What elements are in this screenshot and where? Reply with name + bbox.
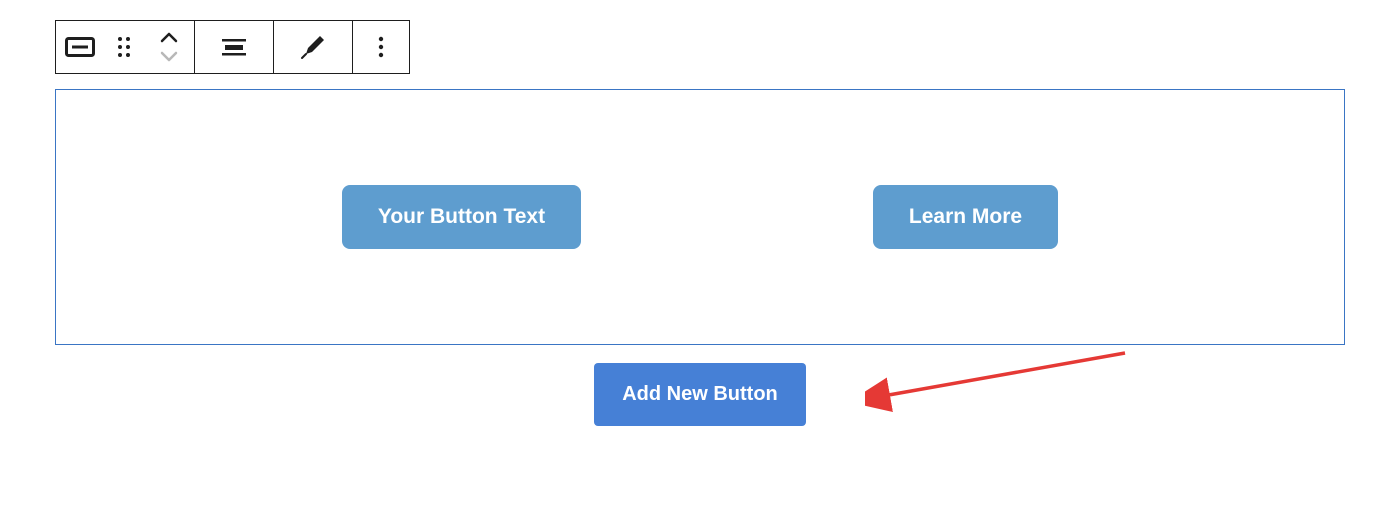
style-brush-icon	[300, 34, 326, 60]
toolbar-group-align	[195, 21, 274, 73]
add-new-button[interactable]: Add New Button	[594, 363, 806, 426]
drag-handle-button[interactable]	[104, 21, 144, 73]
content-button-1[interactable]: Your Button Text	[342, 185, 581, 249]
toolbar-group-style	[274, 21, 353, 73]
toolbar-group-block	[56, 21, 195, 73]
add-new-button-label: Add New Button	[622, 383, 778, 405]
button-block-icon	[65, 37, 95, 57]
align-center-icon	[222, 37, 246, 57]
drag-handle-icon	[117, 36, 131, 58]
content-button-2[interactable]: Learn More	[873, 185, 1058, 249]
block-type-button[interactable]	[56, 21, 104, 73]
more-options-icon	[378, 36, 384, 58]
block-toolbar	[55, 20, 410, 74]
toolbar-group-more	[353, 21, 409, 73]
buttons-block-container[interactable]: Your Button Text Learn More	[55, 89, 1345, 345]
annotation-arrow-icon	[865, 341, 1145, 421]
align-button[interactable]	[195, 21, 273, 73]
add-button-row: Add New Button	[55, 363, 1345, 426]
move-button[interactable]	[144, 21, 194, 73]
content-button-1-label: Your Button Text	[378, 205, 545, 228]
move-up-down-icon	[159, 31, 179, 63]
content-button-2-label: Learn More	[909, 205, 1022, 228]
more-options-button[interactable]	[353, 21, 409, 73]
style-button[interactable]	[274, 21, 352, 73]
